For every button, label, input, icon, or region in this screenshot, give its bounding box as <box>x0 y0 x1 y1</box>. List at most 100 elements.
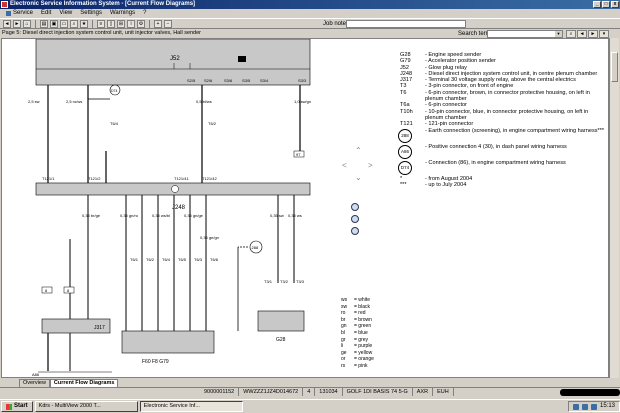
tab-overview[interactable]: Overview <box>19 379 50 387</box>
volume-icon[interactable] <box>590 403 597 410</box>
wire-label: 1,0 sw/gn <box>294 99 311 104</box>
system-tray: 15:13 <box>567 401 620 412</box>
wire-color-legend: ws = white sw = black ro = red br = brown gn… <box>341 297 374 370</box>
menu-help[interactable]: ? <box>139 9 150 18</box>
connector-label: T3/1 <box>264 279 273 284</box>
color-row: ro = red <box>341 310 366 317</box>
ref-box-label: 97 <box>296 152 301 157</box>
menu-edit[interactable]: Edit <box>37 9 55 18</box>
zoom-in-icon[interactable]: + <box>154 19 162 28</box>
pin-label: T121/1 <box>42 176 55 181</box>
connector-label: T6/6 <box>210 257 219 262</box>
color-row: ge = yellow <box>341 349 373 356</box>
taskbar: Start Kdrs - MultiView 2000 T... Electro… <box>0 399 620 413</box>
maximize-icon[interactable]: □ <box>602 1 610 8</box>
forward-icon[interactable]: ► <box>13 19 21 28</box>
search-button[interactable]: ⌕ <box>566 30 576 38</box>
document-icon[interactable]: ▯ <box>107 19 115 28</box>
color-row: ws = white <box>341 297 370 303</box>
search-input[interactable]: ▼ <box>487 30 563 38</box>
job-note-label: Job note: <box>323 21 348 27</box>
tray-icon[interactable] <box>572 403 579 410</box>
g28-label: G28 <box>276 337 286 343</box>
list-icon[interactable]: ≡ <box>97 19 105 28</box>
pin-label: S3/6 <box>224 78 233 83</box>
vertical-scrollbar[interactable] <box>609 38 619 378</box>
open-icon[interactable]: ▭ <box>60 19 68 28</box>
status-field: AXR <box>413 388 434 396</box>
color-row: gr = grey <box>341 336 369 343</box>
zoom-out-icon[interactable] <box>351 227 359 235</box>
settings-icon[interactable]: ⚙ <box>137 19 145 28</box>
search-options-icon[interactable]: ▾ <box>599 30 609 38</box>
pan-up-icon[interactable]: ⌃ <box>355 146 362 155</box>
connector-label: T6/4 <box>110 121 119 126</box>
connector-label: T6/2 <box>208 121 217 126</box>
wire-label: 0,5 bl/ws <box>196 99 212 104</box>
pin-label: T121/42 <box>202 176 217 181</box>
job-note-input[interactable] <box>346 20 466 28</box>
menu-bar: Service Edit View Settings Warnings ? <box>0 9 620 18</box>
print-icon[interactable]: ▤ <box>40 19 48 28</box>
wiring-diagram-canvas[interactable]: J52 S2/5 S2/6 S3/6 S3/5 S3/4 S3/3 2,5 sw… <box>1 38 609 378</box>
legend-row: A86- Positive connection 4 (30), in dash… <box>398 144 608 160</box>
back-icon[interactable]: ◄ <box>3 19 11 28</box>
taskbar-item-active[interactable]: Electronic Service Inf... <box>139 401 243 412</box>
wire-label: 0,35 ws/bl <box>152 213 170 218</box>
tab-current-flow-diagrams[interactable]: Current Flow Diagrams <box>49 379 119 387</box>
connector-label: T6/5 <box>178 257 187 262</box>
tray-icon[interactable] <box>581 403 588 410</box>
pan-right-icon[interactable]: > <box>368 161 373 170</box>
status-bar: 9000001152 WWZZZ1JZ4D014672 4 131034 GOL… <box>0 387 620 396</box>
color-row: br = brown <box>341 316 372 323</box>
legend-row: 288- Earth connection (screening), in en… <box>398 128 608 144</box>
menu-service[interactable]: Service <box>2 9 37 18</box>
color-row: sw = black <box>341 303 370 310</box>
start-button[interactable]: Start <box>1 401 33 412</box>
wire-label: 2,5 ro/ws <box>66 99 82 104</box>
color-row: gn = green <box>341 323 372 330</box>
search-next-icon[interactable]: ► <box>588 30 598 38</box>
diagram-icon[interactable]: ⊞ <box>117 19 125 28</box>
relay-symbol-icon <box>238 56 246 62</box>
legend-row: T6- 6-pin connector, brown, in connector… <box>400 89 590 103</box>
menu-view[interactable]: View <box>55 9 76 18</box>
home-icon[interactable]: ⌂ <box>23 19 31 28</box>
wire-label: 0,35 gn/ge <box>184 213 204 218</box>
wire-label: 0,35 gn/ro <box>120 213 139 218</box>
menu-settings[interactable]: Settings <box>76 9 106 18</box>
color-row: rs = pink <box>341 362 368 369</box>
zoom-in-icon[interactable] <box>351 203 359 211</box>
chevron-down-icon[interactable]: ▼ <box>555 31 562 37</box>
j317-label: J317 <box>94 325 105 331</box>
zoom-out-icon[interactable]: − <box>164 19 172 28</box>
connector-label: T6/3 <box>194 257 203 262</box>
window-controls: _ □ x <box>593 1 619 8</box>
menu-warnings[interactable]: Warnings <box>106 9 139 18</box>
search-icon[interactable]: ⌕ <box>70 19 78 28</box>
toolbar: ◄ ► ⌂ ▤ ▣ ▭ ⌕ ★ ≡ ▯ ⊞ i ⚙ + − <box>0 18 620 29</box>
pan-down-icon[interactable]: ⌄ <box>355 173 362 182</box>
d74-label: D74 <box>111 89 117 93</box>
save-icon[interactable]: ▣ <box>50 19 58 28</box>
scrollbar-thumb[interactable] <box>611 52 618 82</box>
search-prev-icon[interactable]: ◄ <box>577 30 587 38</box>
toolbar-separator <box>92 19 93 28</box>
wire-label: 0,35 br/ge <box>82 213 101 218</box>
windows-logo-icon <box>6 403 12 410</box>
taskbar-item[interactable]: Kdrs - MultiView 2000 T... <box>34 401 138 412</box>
pin-label: S3/4 <box>260 78 269 83</box>
pan-left-icon[interactable]: < <box>342 161 347 170</box>
close-icon[interactable]: x <box>611 1 619 8</box>
toolbar-separator <box>149 19 150 28</box>
wire-label: 0,35 ws <box>288 213 302 218</box>
wire-label: 0,35 sw <box>270 213 284 218</box>
info-icon[interactable]: i <box>127 19 135 28</box>
legend-row: *** - up to July 2004 <box>400 181 467 188</box>
minimize-icon[interactable]: _ <box>593 1 601 8</box>
bookmark-icon[interactable]: ★ <box>80 19 88 28</box>
component-legend: G28- Engine speed sender G79- Accelerato… <box>398 52 608 188</box>
g79-accelerator-sender <box>121 330 215 354</box>
connection-icon: D74 <box>398 160 412 175</box>
zoom-fit-icon[interactable] <box>351 215 359 223</box>
